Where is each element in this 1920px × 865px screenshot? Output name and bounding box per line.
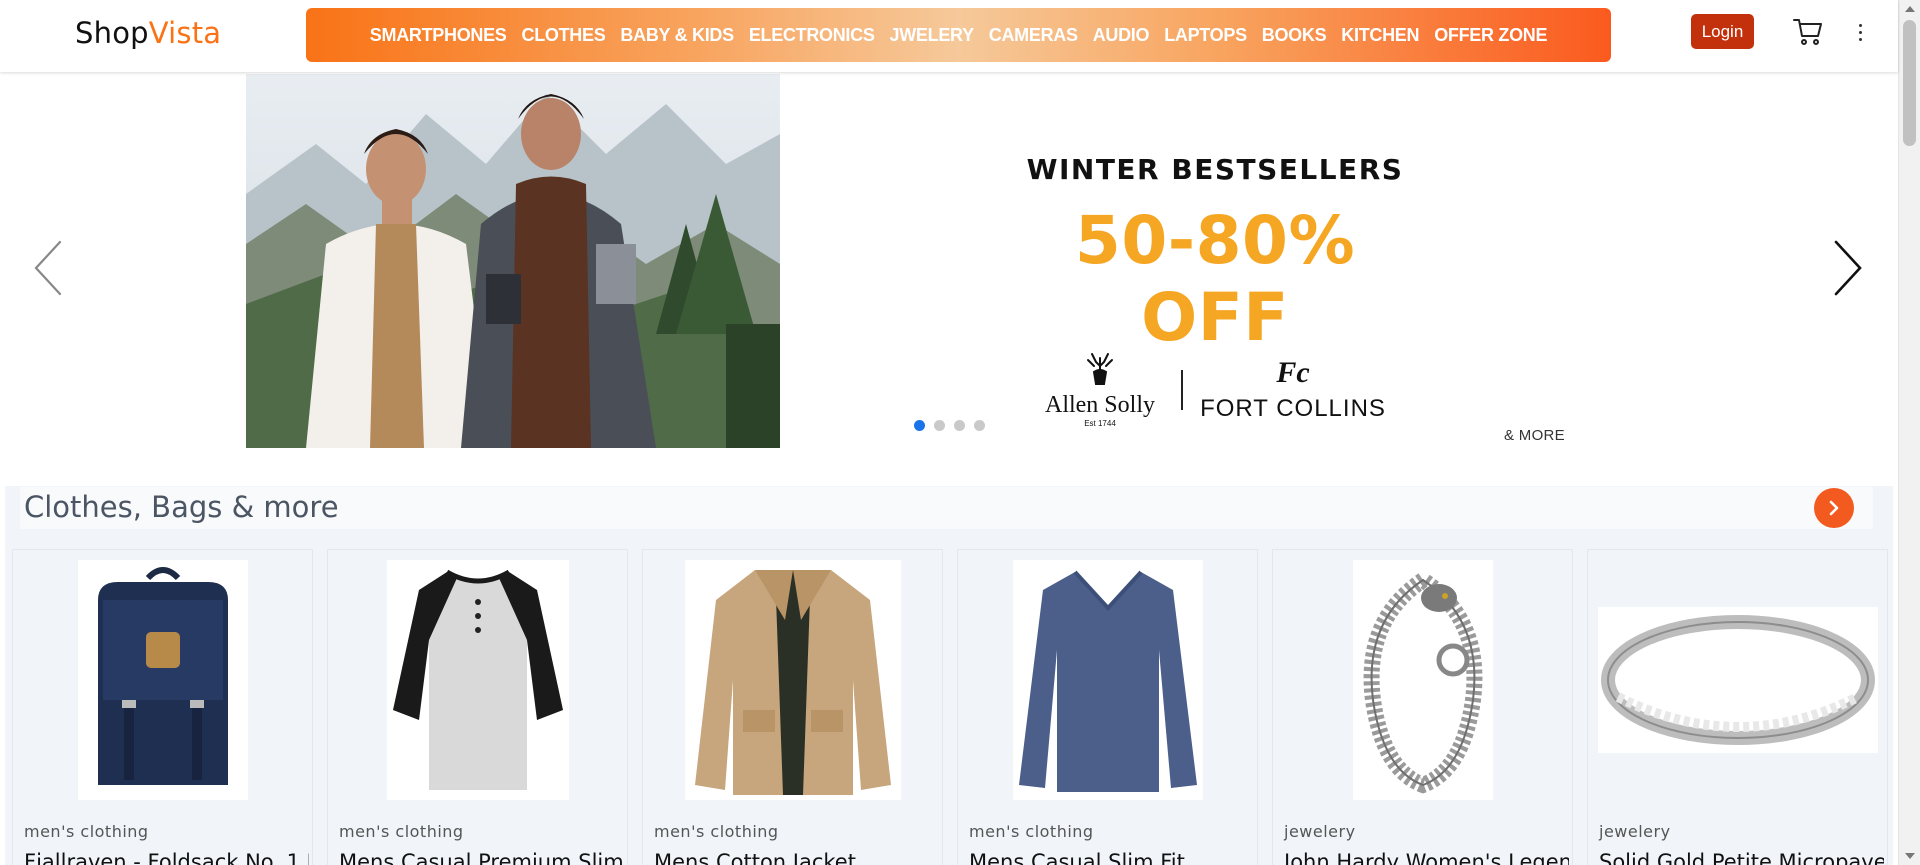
- product-card[interactable]: men's clothing Fjallraven - Foldsack No.…: [12, 549, 313, 865]
- banner-title: WINTER BESTSELLERS: [1026, 153, 1404, 186]
- nav-clothes[interactable]: CLOTHES: [522, 25, 606, 46]
- carousel-next-icon[interactable]: [1828, 238, 1868, 298]
- nav-jwelery[interactable]: JWELERY: [890, 25, 975, 46]
- product-category: jewelery: [1599, 822, 1671, 841]
- page: ShopVista SMARTPHONES CLOTHES BABY & KID…: [0, 0, 1920, 865]
- brands-more-label: & MORE: [1504, 427, 1565, 444]
- scroll-down-icon[interactable]: [1905, 853, 1915, 859]
- product-name: Solid Gold Petite Micropave: [1599, 850, 1884, 865]
- nav-offer-zone[interactable]: OFFER ZONE: [1434, 25, 1547, 46]
- product-card[interactable]: men's clothing Mens Casual Premium Slim …: [327, 549, 628, 865]
- nav-books[interactable]: BOOKS: [1262, 25, 1327, 46]
- product-image-longsleeve: [958, 560, 1257, 800]
- product-category: men's clothing: [969, 822, 1094, 841]
- more-vertical-icon[interactable]: [1850, 18, 1870, 46]
- product-category: men's clothing: [654, 822, 779, 841]
- carousel-indicators: [914, 420, 985, 431]
- product-category: jewelery: [1284, 822, 1356, 841]
- chevron-right-icon: [1829, 500, 1839, 516]
- brand-divider: [1181, 370, 1183, 410]
- nav-laptops[interactable]: LAPTOPS: [1164, 25, 1247, 46]
- product-card[interactable]: jewelery John Hardy Women's Legends Naga: [1272, 549, 1573, 865]
- product-card[interactable]: men's clothing Mens Cotton Jacket: [642, 549, 943, 865]
- product-image-backpack: [13, 560, 312, 800]
- product-card[interactable]: men's clothing Mens Casual Slim Fit: [957, 549, 1258, 865]
- product-image-jacket: [643, 560, 942, 800]
- nav-audio[interactable]: AUDIO: [1093, 25, 1150, 46]
- nav-smartphones[interactable]: SMARTPHONES: [370, 25, 507, 46]
- fort-collins-logo: Fc FORT COLLINS: [1195, 352, 1390, 432]
- nav-cameras[interactable]: CAMERAS: [989, 25, 1078, 46]
- product-name: John Hardy Women's Legends Naga: [1284, 850, 1569, 865]
- top-header: ShopVista SMARTPHONES CLOTHES BABY & KID…: [0, 0, 1898, 72]
- product-card[interactable]: jewelery Solid Gold Petite Micropave: [1587, 549, 1888, 865]
- product-image-bracelet: [1273, 560, 1572, 800]
- product-name: Mens Cotton Jacket: [654, 850, 856, 865]
- product-image-ring: [1588, 560, 1887, 800]
- product-name: Mens Casual Premium Slim Fit T-Shirts: [339, 850, 624, 865]
- banner-offer: 50-80% OFF: [1074, 202, 1356, 356]
- svg-text:Allen Solly: Allen Solly: [1045, 392, 1155, 418]
- nav-electronics[interactable]: ELECTRONICS: [749, 25, 875, 46]
- nav-kitchen[interactable]: KITCHEN: [1341, 25, 1419, 46]
- product-name: Fjallraven - Foldsack No. 1 Backpack: [24, 850, 309, 865]
- cart-icon[interactable]: [1792, 16, 1824, 48]
- scroll-thumb[interactable]: [1903, 20, 1916, 146]
- product-category: men's clothing: [339, 822, 464, 841]
- svg-text:FORT COLLINS: FORT COLLINS: [1200, 395, 1386, 422]
- product-image-tshirt: [328, 560, 627, 800]
- product-name: Mens Casual Slim Fit: [969, 850, 1185, 865]
- carousel-dot-1[interactable]: [914, 420, 925, 431]
- section-title: Clothes, Bags & more: [24, 490, 339, 524]
- logo-part-shop: Shop: [75, 16, 149, 50]
- banner-models-image: [246, 74, 780, 448]
- product-category: men's clothing: [24, 822, 149, 841]
- page-scrollbar[interactable]: [1898, 0, 1920, 865]
- nav-baby-kids[interactable]: BABY & KIDS: [620, 25, 734, 46]
- svg-text:Fc: Fc: [1275, 356, 1309, 389]
- svg-text:Est 1744: Est 1744: [1084, 419, 1116, 428]
- login-button[interactable]: Login: [1691, 14, 1754, 49]
- section-next-button[interactable]: [1814, 488, 1854, 528]
- carousel-dot-2[interactable]: [934, 420, 945, 431]
- allen-solly-logo: Allen Solly Est 1744: [1030, 350, 1170, 430]
- logo-part-vista: Vista: [148, 16, 222, 50]
- carousel-prev-icon[interactable]: [30, 238, 70, 298]
- category-navbar: SMARTPHONES CLOTHES BABY & KIDS ELECTRON…: [306, 8, 1611, 62]
- carousel-dot-3[interactable]: [954, 420, 965, 431]
- logo[interactable]: ShopVista: [75, 16, 221, 50]
- scroll-up-icon[interactable]: [1905, 6, 1915, 12]
- carousel-dot-4[interactable]: [974, 420, 985, 431]
